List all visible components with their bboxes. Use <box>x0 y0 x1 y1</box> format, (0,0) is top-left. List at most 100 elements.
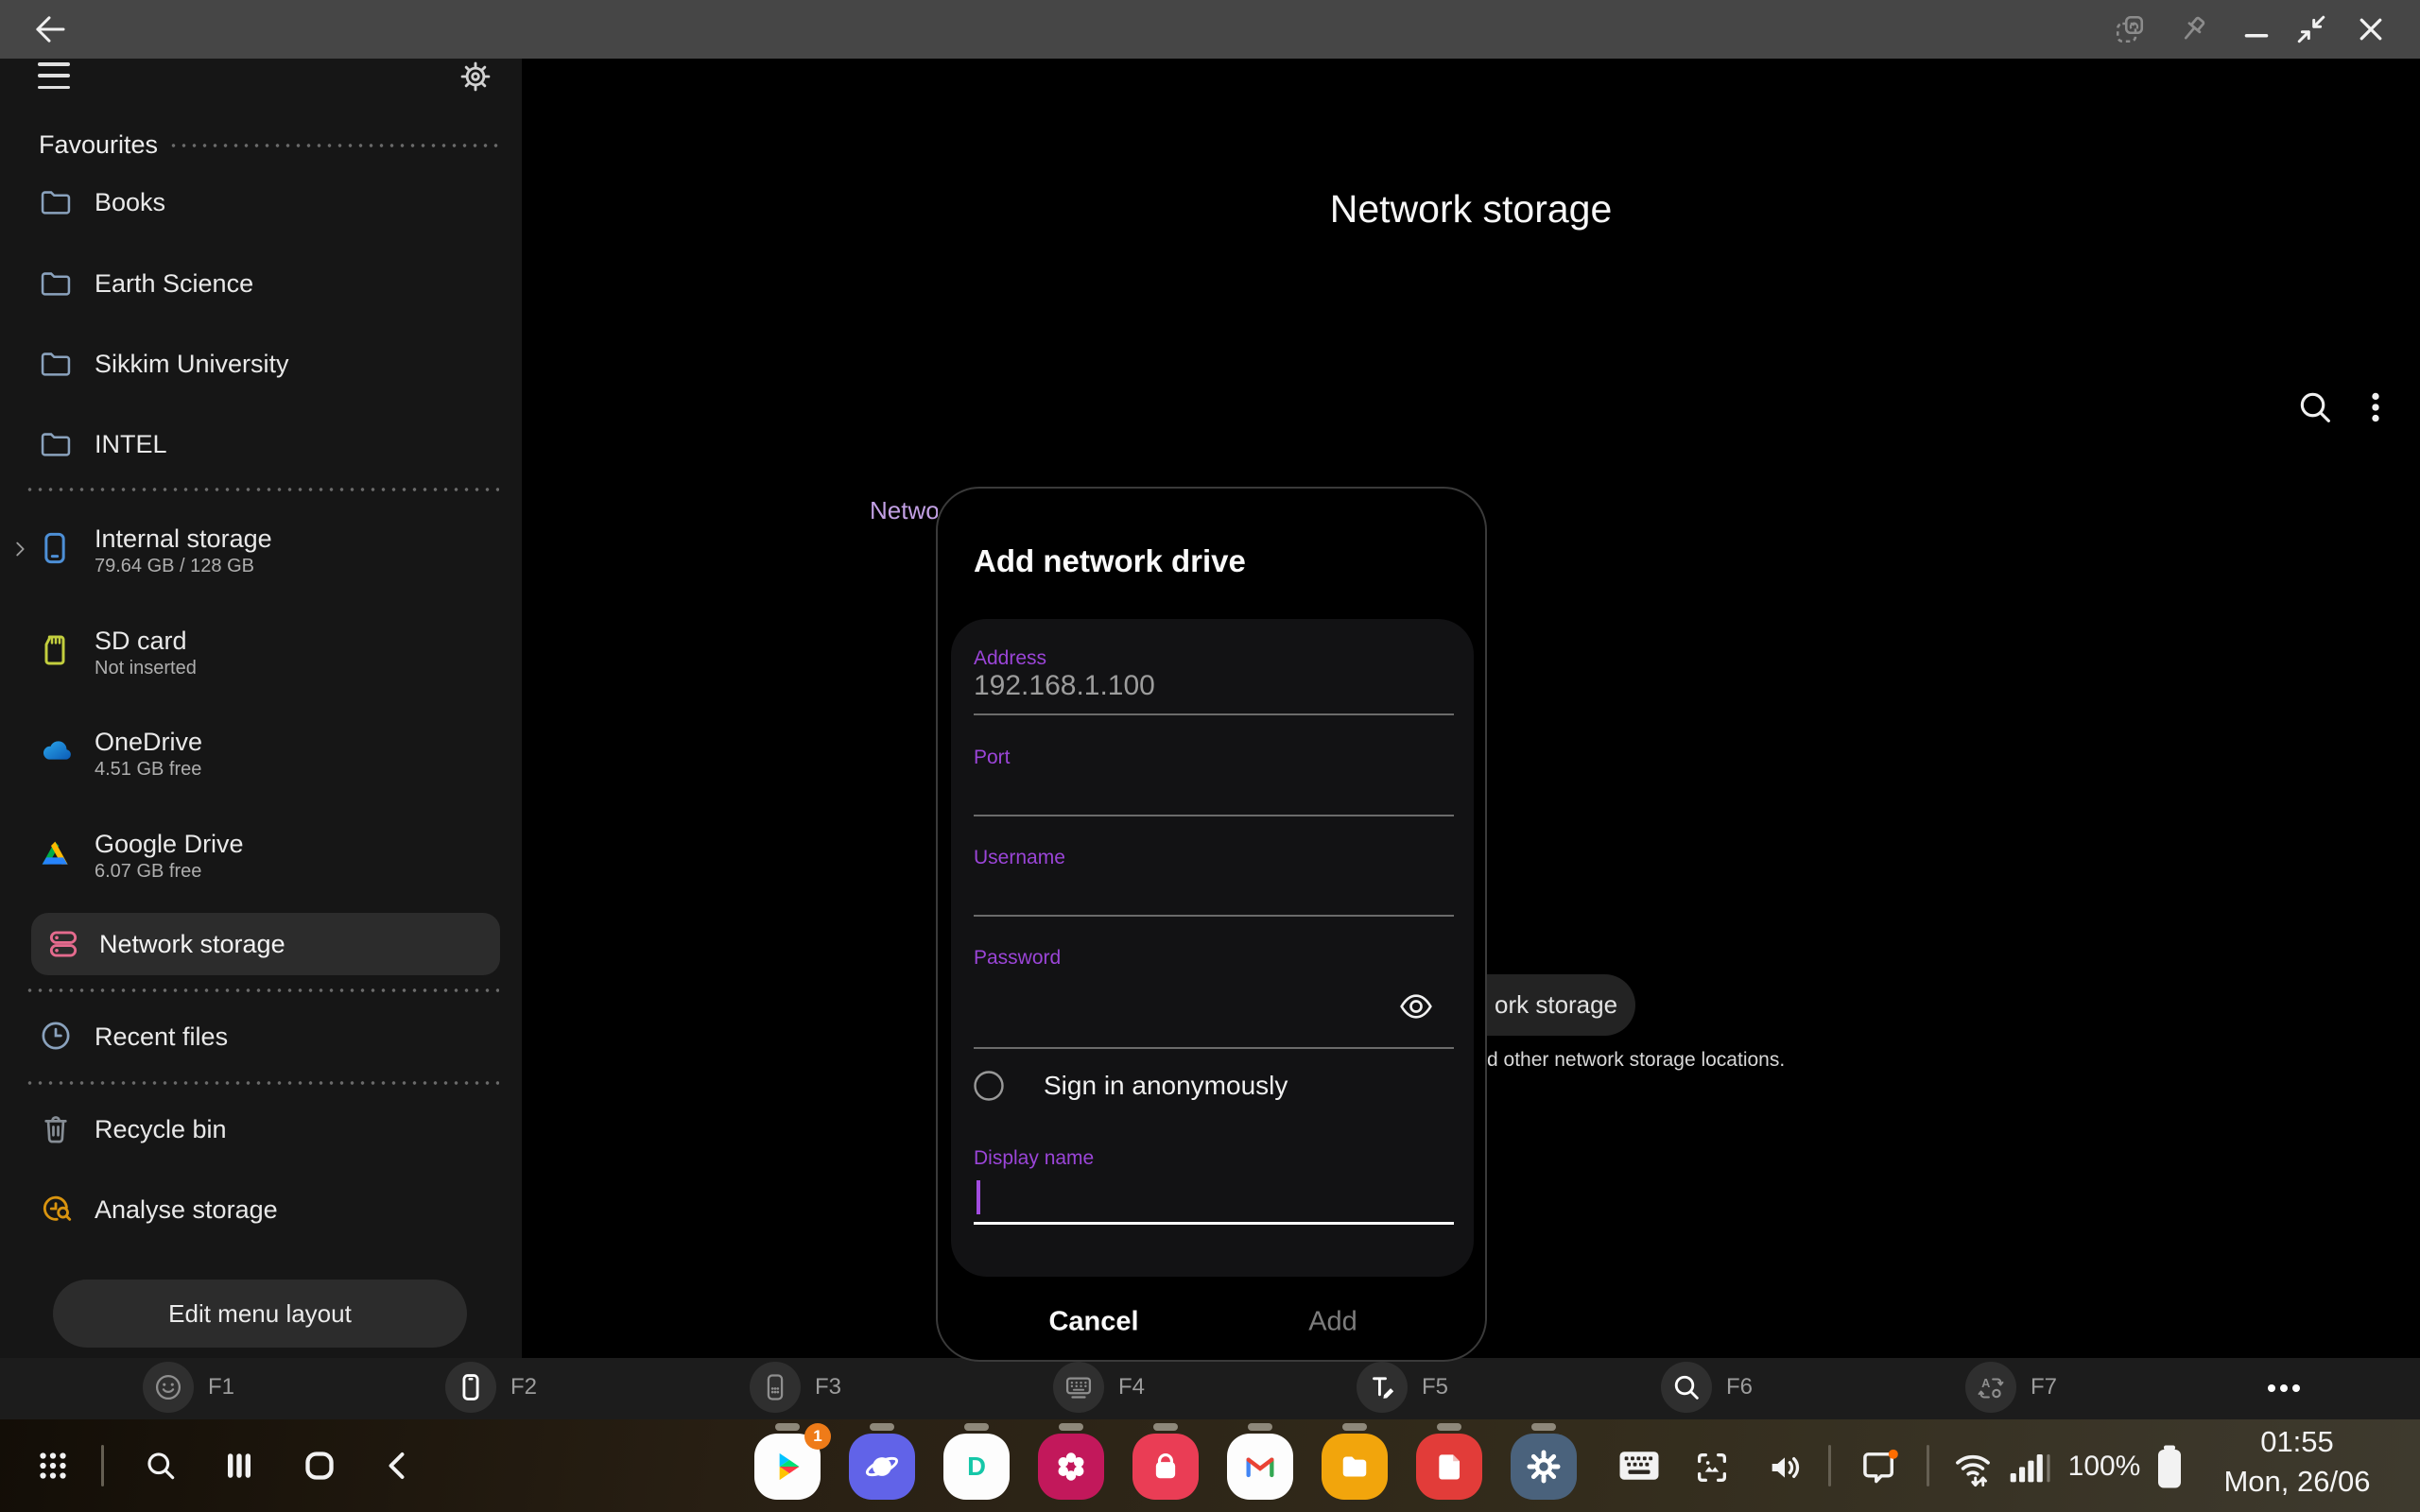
sidebar-item-recent-files[interactable]: Recent files <box>95 1022 228 1052</box>
fkey-f4[interactable]: F4 <box>1053 1360 1145 1415</box>
phone-outline-icon <box>462 1374 479 1400</box>
clock[interactable]: 01:55 Mon, 26/06 <box>2217 1425 2377 1499</box>
search-icon <box>1674 1375 1699 1400</box>
chevron-right-icon[interactable] <box>9 539 30 559</box>
sidebar-item-recycle-bin[interactable]: Recycle bin <box>95 1115 227 1144</box>
galaxy-store-app-icon[interactable] <box>1132 1434 1199 1500</box>
svg-text:A: A <box>1981 1376 1990 1390</box>
username-underline <box>974 915 1454 917</box>
wifi-status-icon[interactable] <box>1951 1447 1995 1490</box>
recent-apps-icon[interactable] <box>222 1449 256 1483</box>
notes-app-icon[interactable] <box>1416 1434 1482 1500</box>
fkey-f1[interactable]: F1 <box>143 1360 234 1415</box>
trash-icon <box>44 1116 67 1143</box>
apps-grid-icon[interactable] <box>36 1449 70 1483</box>
finder-search-icon[interactable] <box>143 1448 179 1484</box>
more-options-icon[interactable] <box>2356 387 2395 427</box>
edit-menu-layout-label: Edit menu layout <box>168 1298 352 1328</box>
taskbar-divider <box>1927 1445 1929 1486</box>
keyboard-icon <box>1065 1377 1092 1399</box>
restore-window-icon[interactable] <box>2294 12 2328 46</box>
running-indicator <box>1059 1423 1083 1431</box>
add-network-storage-button-fragment[interactable]: ork storage <box>1487 974 1635 1036</box>
cancel-button[interactable]: Cancel <box>1048 1307 1138 1338</box>
taskbar-divider <box>1828 1445 1831 1486</box>
back-arrow-icon[interactable] <box>30 10 68 48</box>
back-nav-icon[interactable] <box>381 1449 415 1483</box>
hamburger-menu-icon[interactable] <box>38 62 70 89</box>
sidebar-item-network-storage[interactable]: Network storage <box>31 913 500 975</box>
clock-date: Mon, 26/06 <box>2223 1465 2371 1498</box>
address-input[interactable]: 192.168.1.100 <box>974 670 1155 702</box>
planet-icon <box>865 1456 899 1477</box>
fkey-f5[interactable]: F5 <box>1357 1360 1448 1415</box>
sidebar-item-intel[interactable]: INTEL <box>95 430 167 459</box>
address-underline <box>974 713 1454 715</box>
fkey-f2[interactable]: F2 <box>445 1360 537 1415</box>
sidebar-item-sikkim-university[interactable]: Sikkim University <box>95 350 289 379</box>
sidebar-item-sd-card[interactable]: SD card <box>95 627 187 656</box>
favourites-header: Favourites <box>39 130 159 159</box>
keyboard-status-icon[interactable] <box>1618 1451 1660 1481</box>
show-password-eye-icon[interactable] <box>1397 988 1435 1025</box>
notifications-chat-icon[interactable] <box>1858 1446 1902 1489</box>
text-edit-icon <box>1373 1377 1394 1399</box>
sidebar-item-internal-storage[interactable]: Internal storage <box>95 524 272 554</box>
phone-icon <box>44 532 65 564</box>
background-network-link-fragment[interactable]: Networ <box>851 491 938 529</box>
sidebar-item-earth-science[interactable]: Earth Science <box>95 269 253 299</box>
password-underline <box>974 1047 1454 1049</box>
my-files-app-icon[interactable] <box>1322 1434 1388 1500</box>
home-icon[interactable] <box>301 1447 338 1485</box>
divider <box>25 988 499 992</box>
settings-gear-icon[interactable] <box>458 59 493 94</box>
sidebar-item-google-drive[interactable]: Google Drive <box>95 830 244 859</box>
battery-percent-label: 100% <box>2067 1451 2141 1482</box>
pin-window-icon[interactable] <box>2176 12 2210 46</box>
smiley-icon <box>155 1374 182 1400</box>
notification-badge: 1 <box>804 1423 831 1450</box>
close-window-icon[interactable] <box>2354 12 2388 46</box>
function-bar-more-icon[interactable] <box>2264 1382 2304 1395</box>
sidebar-item-analyse-storage[interactable]: Analyse storage <box>95 1195 278 1225</box>
running-indicator <box>775 1423 800 1431</box>
samsung-internet-app-icon[interactable] <box>849 1434 915 1500</box>
fkey-f3[interactable]: F3 <box>750 1360 841 1415</box>
sidebar: Favourites Books Earth Science Sikkim Un… <box>0 59 522 1358</box>
display-name-label: Display name <box>974 1147 1095 1169</box>
sd-card-icon <box>44 635 65 665</box>
flower-icon <box>1058 1452 1084 1481</box>
document-icon <box>1439 1454 1461 1480</box>
signal-status-icon[interactable] <box>2008 1447 2053 1488</box>
fkey-f6[interactable]: F6 <box>1661 1360 1753 1415</box>
edit-menu-layout-button[interactable]: Edit menu layout <box>53 1280 467 1348</box>
screenshot-status-icon[interactable] <box>1693 1449 1731 1486</box>
text-cursor <box>977 1180 980 1214</box>
anonymous-radio[interactable] <box>972 1069 1006 1103</box>
sidebar-item-books[interactable]: Books <box>95 188 165 217</box>
teal-d-app-icon[interactable]: D <box>943 1434 1010 1500</box>
clock-icon <box>42 1022 70 1050</box>
network-storage-label: Network storage <box>99 930 285 958</box>
search-icon[interactable] <box>2295 387 2335 427</box>
sidebar-item-onedrive[interactable]: OneDrive <box>95 728 202 757</box>
minimize-icon[interactable] <box>2239 12 2273 46</box>
add-button[interactable]: Add <box>1308 1307 1357 1338</box>
running-indicator <box>870 1423 894 1431</box>
capture-window-icon[interactable] <box>2113 12 2147 46</box>
volume-status-icon[interactable] <box>1766 1449 1804 1486</box>
settings-app-icon[interactable] <box>1511 1434 1577 1500</box>
page-title: Network storage <box>1329 187 1613 231</box>
running-indicator <box>1153 1423 1178 1431</box>
anonymous-label[interactable]: Sign in anonymously <box>1044 1071 1288 1101</box>
running-indicator <box>1342 1423 1367 1431</box>
clock-time: 01:55 <box>2260 1425 2334 1458</box>
folder-icon <box>41 352 71 376</box>
username-label: Username <box>974 847 1065 868</box>
fkey-f7[interactable]: A F7 <box>1965 1360 2057 1415</box>
gmail-app-icon[interactable] <box>1227 1434 1293 1500</box>
gallery-app-icon[interactable] <box>1038 1434 1104 1500</box>
translate-icon: A <box>1978 1376 2004 1399</box>
function-key-bar: F1 F2 F3 F4 F5 F6 A F7 <box>0 1358 2420 1419</box>
running-indicator <box>1531 1423 1556 1431</box>
